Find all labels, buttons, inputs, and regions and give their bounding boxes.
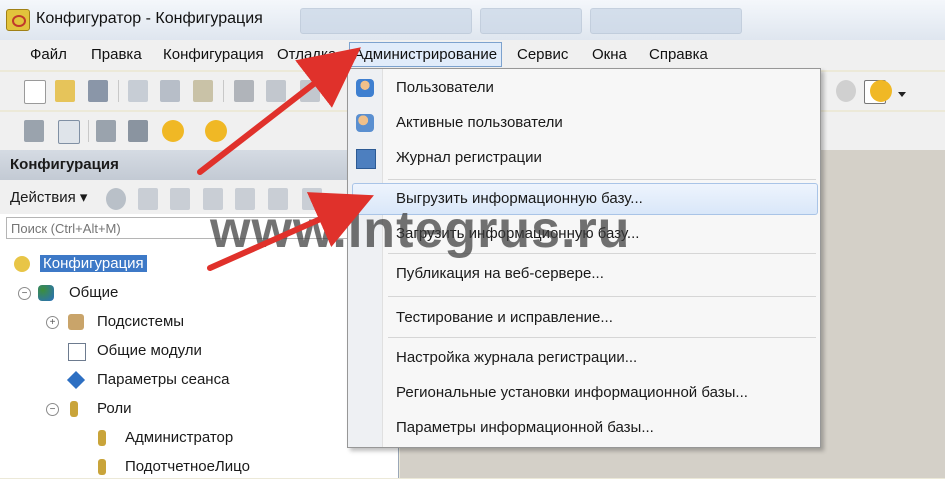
module-icon [68,343,86,361]
menu-item-label: Пользователи [396,79,494,96]
collapse-icon[interactable]: − [46,403,59,416]
subsystems-icon [68,314,84,330]
role-icon [70,401,78,417]
open-folder-icon[interactable] [55,80,75,102]
menu-item-label: Активные пользователи [396,114,563,131]
menu-item-label: Публикация на веб-сервере... [396,265,604,282]
add-icon[interactable] [106,188,126,210]
tree-item-label: Параметры сеанса [97,371,230,388]
tree-item-label: Администратор [125,429,234,446]
actions-menu-button[interactable]: Действия ▾ [10,188,87,206]
menu-item-label: Настройка журнала регистрации... [396,349,638,366]
database-icon[interactable] [96,120,116,142]
menu-item-infobase-parameters[interactable]: Параметры информационной базы... [348,413,818,443]
menu-separator [388,179,816,180]
tree-item-label: Роли [97,400,132,417]
menu-item-testing-repair[interactable]: Тестирование и исправление... [348,303,818,333]
menu-bar: Файл Правка Конфигурация Отладка Админис… [0,40,945,70]
tree-item-label: Общие [69,284,119,301]
tree-item-label: ПодотчетноеЛицо [125,458,250,475]
actions-label: Действия [10,189,76,206]
background-window-tab [300,8,472,34]
panel-title: Конфигурация [10,156,119,173]
toolbar-separator [88,120,89,142]
menu-item-web-publishing[interactable]: Публикация на веб-сервере... [348,259,818,289]
toolbar-separator [223,80,224,102]
watermark: www.Integrus.ru [210,201,631,259]
menu-item-event-log[interactable]: Журнал регистрации [348,143,818,173]
configuration-icon [14,256,30,272]
menu-item-label: Региональные установки информационной ба… [396,384,748,401]
menu-item-label: Параметры информационной базы... [396,419,654,436]
save-icon[interactable] [88,80,108,102]
users-icon [356,79,374,97]
menu-separator [388,296,816,297]
cut-icon[interactable] [128,80,148,102]
common-icon [38,285,54,301]
config-tree-icon[interactable] [24,120,44,142]
active-users-icon [356,114,374,132]
role-icon [98,430,106,446]
paste-icon[interactable] [193,80,213,102]
tree-item-label: Общие модули [97,342,202,359]
edit-icon[interactable] [138,188,158,210]
menu-item-users[interactable]: Пользователи [348,73,818,103]
table-icon[interactable] [128,120,148,142]
syntax-helper-icon[interactable] [836,80,856,102]
chevron-down-icon[interactable] [898,92,906,97]
menu-item-active-users[interactable]: Активные пользователи [348,108,818,138]
log-icon [356,149,376,169]
background-window-tab [480,8,582,34]
menu-windows[interactable]: Окна [592,46,627,63]
toolbar-separator [118,80,119,102]
menu-item-regional-settings[interactable]: Региональные установки информационной ба… [348,378,818,408]
info-icon[interactable] [870,80,892,102]
collapse-icon[interactable]: − [18,287,31,300]
tree-item-label: Подсистемы [97,313,185,330]
menu-item-label: Тестирование и исправление... [396,309,613,326]
tree-item-label: Конфигурация [40,255,147,272]
menu-service[interactable]: Сервис [517,46,568,63]
expand-icon[interactable]: + [46,316,59,329]
copy-item-icon[interactable] [170,188,190,210]
compare-icon[interactable] [58,120,80,144]
app-icon [6,9,30,31]
run-debug-icon[interactable] [162,120,184,142]
background-window-tab [590,8,742,34]
menu-administration[interactable]: Администрирование [349,42,503,67]
window-title: Конфигуратор - Конфигурация [36,10,263,27]
menu-file[interactable]: Файл [30,46,67,63]
menu-debug[interactable]: Отладка [277,46,336,63]
preview-icon[interactable] [266,80,286,102]
find-icon[interactable] [300,80,320,102]
new-icon[interactable] [24,80,46,104]
panel-header: Конфигурация [0,150,398,180]
menu-configuration[interactable]: Конфигурация [163,46,264,63]
menu-help[interactable]: Справка [649,46,708,63]
start-enterprise-icon[interactable] [205,120,227,142]
menu-edit[interactable]: Правка [91,46,142,63]
role-icon [98,459,106,475]
menu-separator [388,337,816,338]
copy-icon[interactable] [160,80,180,102]
menu-item-log-settings[interactable]: Настройка журнала регистрации... [348,343,818,373]
title-bar: Конфигуратор - Конфигурация [0,0,945,41]
print-icon[interactable] [234,80,254,102]
menu-item-label: Журнал регистрации [396,149,542,166]
